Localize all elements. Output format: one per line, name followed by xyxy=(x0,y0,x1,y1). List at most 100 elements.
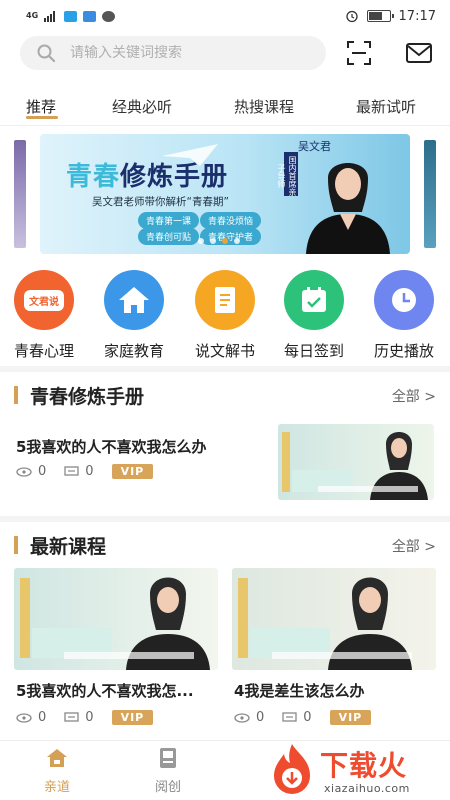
quick-action-youth-psychology[interactable]: 文君说 青春心理 xyxy=(4,270,84,361)
course-title: 5我喜欢的人不喜欢我怎么办 xyxy=(16,438,207,456)
comments-count: 0 xyxy=(64,710,94,725)
section-gap xyxy=(0,366,450,372)
views-value: 0 xyxy=(38,710,47,725)
banner-next-peek xyxy=(424,140,436,248)
banner-title-b: 修炼手册 xyxy=(120,162,229,192)
course-meta: 0 0 VIP xyxy=(234,710,372,725)
carousel-dots xyxy=(198,238,240,244)
video-thumbnail-image xyxy=(238,577,412,670)
watermark-text: 下载火 xyxy=(320,749,408,782)
battery-level xyxy=(368,12,382,20)
banner-title-a: 青春 xyxy=(66,162,121,192)
alarm-icon xyxy=(345,10,358,23)
banner-pill: 青春第一课 xyxy=(138,212,200,229)
views-count: 0 xyxy=(234,710,264,725)
section-youth-handbook-header: 青春修炼手册 全部 > xyxy=(0,380,450,410)
teacher-tag: 国内首席亲子导师 xyxy=(277,152,298,196)
section-accent-bar xyxy=(14,536,18,554)
section-title: 青春修炼手册 xyxy=(30,386,145,408)
search-input[interactable] xyxy=(70,45,290,61)
tab-classic[interactable]: 经典必听 xyxy=(112,96,172,117)
course-meta: 0 0 VIP xyxy=(16,710,154,725)
scan-icon[interactable] xyxy=(346,40,372,66)
watermark-url: xiazaihuo.com xyxy=(324,782,410,795)
section-gap xyxy=(0,516,450,522)
mail-icon[interactable] xyxy=(405,41,433,65)
banner-title: 青春修炼手册 xyxy=(66,156,228,193)
comment-icon xyxy=(64,465,79,476)
wenjunshuo-badge: 文君说 xyxy=(24,289,64,311)
eye-icon xyxy=(234,712,250,723)
tab-latest-trial[interactable]: 最新试听 xyxy=(356,96,416,117)
views-count: 0 xyxy=(16,464,46,479)
nav-label: 阅创 xyxy=(154,780,181,795)
clock-time: 17:17 xyxy=(398,8,436,24)
comments-value: 0 xyxy=(85,710,94,725)
carousel-dot[interactable] xyxy=(210,238,216,244)
teacher-portrait xyxy=(306,163,390,254)
banner-slide[interactable]: 青春修炼手册 吴文君老师带你解析“青春期” 青春第一课 青春没烦恼 青春创可贴 … xyxy=(40,134,410,254)
comment-icon xyxy=(282,711,297,722)
search-bar[interactable] xyxy=(20,36,326,70)
status-right: 17:17 xyxy=(345,9,436,24)
vip-badge: VIP xyxy=(111,710,154,725)
course-thumbnail xyxy=(278,424,434,500)
search-icon xyxy=(37,44,56,63)
nav-item-qindao[interactable]: 亲道 xyxy=(22,747,92,795)
header xyxy=(0,32,450,76)
section-latest-courses-header: 最新课程 全部 > xyxy=(0,530,450,560)
nav-item-yuechuang[interactable]: 阅创 xyxy=(133,747,203,795)
comment-icon xyxy=(64,711,79,722)
course-thumbnail xyxy=(14,568,218,670)
quick-action-history[interactable]: 历史播放 xyxy=(364,270,444,361)
views-value: 0 xyxy=(38,464,47,479)
quick-action-label: 家庭教育 xyxy=(103,342,164,360)
flame-logo-icon xyxy=(274,744,310,794)
carousel-dot[interactable] xyxy=(222,238,228,244)
category-tabs: 推荐 经典必听 热搜课程 最新试听 xyxy=(0,84,450,126)
eye-icon xyxy=(16,466,32,477)
clock-icon xyxy=(374,270,434,330)
quick-action-family-education[interactable]: 家庭教育 xyxy=(94,270,174,361)
tabs-divider xyxy=(0,125,450,126)
vip-badge: VIP xyxy=(329,710,372,725)
quick-action-label: 每日签到 xyxy=(283,342,344,360)
calendar-check-icon xyxy=(284,270,344,330)
quick-action-book-talk[interactable]: 说文解书 xyxy=(185,270,265,361)
banner-subtitle: 吴文君老师带你解析“青春期” xyxy=(92,196,229,208)
app-notification-icon xyxy=(83,10,97,22)
quick-action-label: 青春心理 xyxy=(13,342,74,360)
banner-pill: 青春没烦恼 xyxy=(200,212,262,229)
tab-active-indicator xyxy=(26,116,58,119)
carousel-dot[interactable] xyxy=(198,238,204,244)
view-all-link[interactable]: 全部 > xyxy=(392,536,436,556)
views-value: 0 xyxy=(256,710,265,725)
wenjunshuo-icon: 文君说 xyxy=(14,270,74,330)
watermark-logo: 下载火 xiazaihuo.com xyxy=(266,742,450,800)
section-title: 最新课程 xyxy=(30,536,107,558)
carousel-dot[interactable] xyxy=(234,238,240,244)
quick-action-daily-checkin[interactable]: 每日签到 xyxy=(274,270,354,361)
home-icon xyxy=(47,749,67,767)
comments-count: 0 xyxy=(282,710,312,725)
section-accent-bar xyxy=(14,386,18,404)
vip-badge: VIP xyxy=(111,464,154,479)
video-thumbnail-image xyxy=(20,577,210,670)
nav-label: 亲道 xyxy=(43,780,70,795)
comments-value: 0 xyxy=(303,710,312,725)
banner-pill: 青春创可贴 xyxy=(138,228,200,245)
tab-recommend[interactable]: 推荐 xyxy=(26,96,56,117)
document-icon xyxy=(160,748,176,768)
course-title: 4我是差生该怎么办 xyxy=(234,682,365,700)
view-all-link[interactable]: 全部 > xyxy=(392,386,436,406)
banner-carousel[interactable]: 青春修炼手册 吴文君老师带你解析“青春期” 青春第一课 青春没烦恼 青春创可贴 … xyxy=(0,134,450,254)
signal-icon xyxy=(44,10,56,22)
book-icon xyxy=(195,270,255,330)
course-thumbnail xyxy=(232,568,436,670)
tab-hot-courses[interactable]: 热搜课程 xyxy=(234,96,294,117)
video-thumbnail-image xyxy=(282,432,428,500)
home-icon xyxy=(104,270,164,330)
banner-prev-peek xyxy=(14,140,26,248)
quick-actions: 文君说 青春心理 家庭教育 说文解书 每日签到 历史播放 xyxy=(0,270,450,360)
quick-action-label: 历史播放 xyxy=(373,342,434,360)
